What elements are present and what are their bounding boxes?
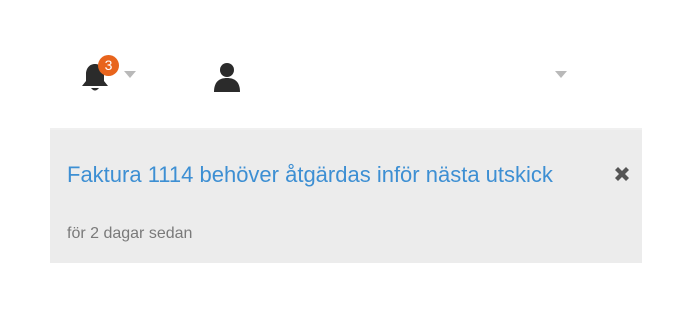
chevron-down-icon xyxy=(124,71,136,78)
chevron-down-icon xyxy=(555,71,567,78)
notification-count-badge: 3 xyxy=(98,55,119,76)
notification-item[interactable]: Faktura 1114 behöver åtgärdas inför näst… xyxy=(50,130,642,263)
user-icon xyxy=(214,63,240,92)
notification-title-link[interactable]: Faktura 1114 behöver åtgärdas inför näst… xyxy=(67,160,587,189)
top-bar: 3 xyxy=(0,0,699,130)
user-menu-dropdown[interactable] xyxy=(210,58,580,98)
notifications-dropdown[interactable]: 3 xyxy=(78,55,140,95)
close-icon[interactable] xyxy=(610,162,634,186)
notification-timestamp: för 2 dagar sedan xyxy=(67,225,193,242)
